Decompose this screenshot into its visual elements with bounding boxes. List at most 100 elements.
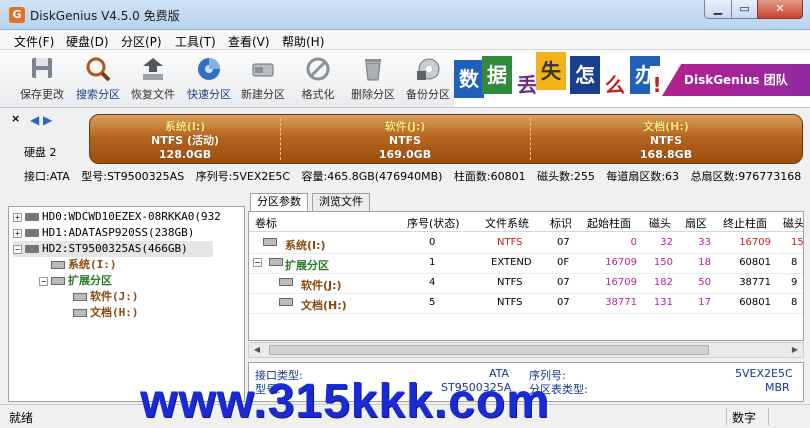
previous-disk-icon[interactable]: ◀ <box>30 113 39 127</box>
banner-brand: DiskGenius 团队 <box>662 64 810 96</box>
info-capacity: 容量:465.8GB(476940MB) <box>301 170 443 183</box>
table-row[interactable]: 软件(J:) 4 NTFS 07 16709 182 50 38771 9 <box>249 274 803 294</box>
table-row[interactable]: 系统(I:) 0 NTFS 07 0 32 33 16709 15 <box>249 234 803 254</box>
menu-bar: 文件(F) 硬盘(D) 分区(P) 工具(T) 查看(V) 帮助(H) <box>0 30 810 50</box>
hdd-small-icon <box>269 257 286 268</box>
close-button[interactable]: ✕ <box>757 0 803 19</box>
watermark: www.315kkk.com <box>140 375 550 428</box>
magnifier-icon <box>83 55 113 83</box>
app-icon: G <box>9 7 25 23</box>
collapse-icon[interactable]: − <box>253 257 265 268</box>
scroll-thumb[interactable] <box>269 345 709 355</box>
expand-icon[interactable]: + <box>13 212 22 222</box>
status-divider <box>726 408 727 425</box>
tree-disk-hd2[interactable]: − HD2:ST9500325AS(466GB) <box>13 241 213 257</box>
info-cylinders: 柱面数:60801 <box>453 170 526 183</box>
hard-disk-icon <box>25 229 39 237</box>
col-end-head[interactable]: 磁头 <box>783 215 803 231</box>
minimize-button[interactable]: ▁ <box>704 0 732 19</box>
new-partition-icon <box>248 55 278 83</box>
tree-partition-software[interactable]: 软件(J:) <box>73 289 139 305</box>
col-index[interactable]: 序号(状态) <box>407 215 460 231</box>
menu-file[interactable]: 文件(F) <box>14 33 54 50</box>
save-changes-button[interactable]: 保存更改 <box>14 53 70 105</box>
partition-block-system[interactable]: 系统(I:) NTFS (活动) 128.0GB <box>90 115 280 163</box>
status-divider <box>768 408 769 425</box>
new-partition-button[interactable]: 新建分区 <box>235 53 291 105</box>
expand-icon[interactable]: + <box>13 228 22 238</box>
promo-banner[interactable]: 数 据 丢 失 怎 么 办 ! DiskGenius 团队 <box>454 52 810 107</box>
next-disk-icon[interactable]: ▶ <box>43 113 52 127</box>
delete-partition-button[interactable]: 删除分区 <box>345 53 401 105</box>
banner-char: 数 <box>454 60 484 98</box>
scroll-right-icon[interactable]: ▶ <box>788 344 802 356</box>
info-model: 型号:ST9500325AS <box>81 170 185 183</box>
hard-disk-icon <box>25 213 39 221</box>
collapse-icon[interactable]: − <box>13 244 22 254</box>
row-label: 系统(I:) <box>285 239 326 252</box>
menu-view[interactable]: 查看(V) <box>228 33 270 50</box>
menu-disk[interactable]: 硬盘(D) <box>66 33 109 50</box>
col-head[interactable]: 磁头 <box>649 215 671 231</box>
menu-tools[interactable]: 工具(T) <box>175 33 216 50</box>
tree-disk-hd1[interactable]: + HD1:ADATASP920SS(238GB) <box>13 225 194 241</box>
banner-char: ! <box>650 66 664 104</box>
hdd-small-icon <box>279 277 296 288</box>
status-numlock: 数字 <box>732 411 757 425</box>
col-label[interactable]: 卷标 <box>255 215 277 231</box>
col-sector[interactable]: 扇区 <box>685 215 707 231</box>
maximize-button[interactable]: ▭ <box>731 0 758 19</box>
title-bar: G DiskGenius V4.5.0 免费版 ▁ ▭ ✕ <box>0 0 810 30</box>
info-total-sectors: 总扇区数:976773168 <box>690 170 802 183</box>
quick-partition-button[interactable]: 快速分区 <box>181 53 237 105</box>
col-start-cyl[interactable]: 起始柱面 <box>587 215 631 231</box>
tree-extended-partition[interactable]: − 扩展分区 <box>39 273 112 289</box>
disk-info-line: 接口:ATA 型号:ST9500325AS 序列号:5VEX2E5C 容量:46… <box>0 170 810 187</box>
backup-partition-button[interactable]: 备份分区 <box>400 53 456 105</box>
collapse-icon[interactable]: − <box>39 276 48 286</box>
banner-char: 么 <box>600 66 630 104</box>
banner-char: 怎 <box>570 56 600 94</box>
tab-partition-params[interactable]: 分区参数 <box>250 193 308 212</box>
table-row[interactable]: 文档(H:) 5 NTFS 07 38771 131 17 60801 8 <box>249 294 803 314</box>
tree-disk-hd0[interactable]: + HD0:WDCWD10EZEX-08RKKA0(932 <box>13 209 221 225</box>
partition-block-documents[interactable]: 文档(H:) NTFS 168.8GB <box>530 115 802 163</box>
col-id[interactable]: 标识 <box>550 215 572 231</box>
col-fs[interactable]: 文件系统 <box>485 215 529 231</box>
disk-tree: + HD0:WDCWD10EZEX-08RKKA0(932 + HD1:ADATAS… <box>8 206 245 402</box>
search-partition-button[interactable]: 搜索分区 <box>70 53 126 105</box>
disk-partition-bar[interactable]: 系统(I:) NTFS (活动) 128.0GB 软件(J:) NTFS 169… <box>89 114 803 164</box>
menu-help[interactable]: 帮助(H) <box>282 33 324 50</box>
quick-partition-icon <box>194 55 224 83</box>
save-icon <box>27 55 57 83</box>
partition-table: 卷标 序号(状态) 文件系统 标识 起始柱面 磁头 扇区 终止柱面 磁头 系统(… <box>248 211 804 341</box>
hard-disk-icon <box>25 245 39 253</box>
row-label: 扩展分区 <box>285 259 329 272</box>
partition-block-software[interactable]: 软件(J:) NTFS 169.0GB <box>280 115 530 163</box>
close-panel-icon[interactable]: × <box>11 112 20 125</box>
scroll-left-icon[interactable]: ◀ <box>250 344 264 356</box>
horizontal-scrollbar[interactable]: ◀ ▶ <box>248 342 804 358</box>
hdd-small-icon <box>279 297 296 308</box>
info-sectors-per-track: 每道扇区数:63 <box>606 170 680 183</box>
partition-icon <box>51 261 65 269</box>
partition-icon <box>51 277 65 285</box>
table-header: 卷标 序号(状态) 文件系统 标识 起始柱面 磁头 扇区 终止柱面 磁头 <box>249 212 803 232</box>
row-label: 文档(H:) <box>301 299 347 312</box>
col-end-cyl[interactable]: 终止柱面 <box>723 215 767 231</box>
restore-icon <box>138 55 168 83</box>
menu-partition[interactable]: 分区(P) <box>121 33 162 50</box>
backup-disc-icon <box>413 55 443 83</box>
tree-partition-documents[interactable]: 文档(H:) <box>73 305 139 321</box>
restore-file-button[interactable]: 恢复文件 <box>125 53 181 105</box>
partition-table-type-value: MBR <box>765 381 790 394</box>
table-row[interactable]: − 扩展分区 1 EXTEND 0F 16709 150 18 60801 8 <box>249 254 803 274</box>
tab-browse-files[interactable]: 浏览文件 <box>312 193 370 211</box>
serial-value: 5VEX2E5C <box>735 367 793 380</box>
banner-char: 据 <box>482 56 512 94</box>
tree-partition-system[interactable]: 系统(I:) <box>51 257 117 273</box>
trash-icon <box>358 55 388 83</box>
disk-label: 硬盘 2 <box>24 146 57 159</box>
format-button[interactable]: 格式化 <box>290 53 346 105</box>
status-text: 就绪 <box>9 411 34 425</box>
